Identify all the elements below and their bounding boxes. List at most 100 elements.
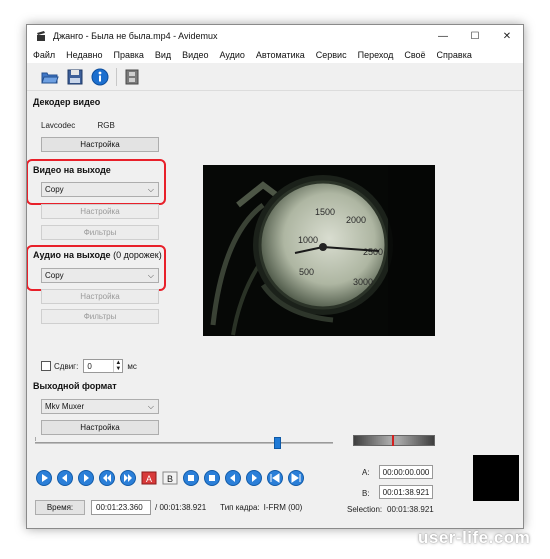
svg-text:3000: 3000 — [353, 277, 373, 287]
audio-level-meter — [353, 435, 435, 446]
menu-bar: Файл Недавно Правка Вид Видео Аудио Авто… — [27, 47, 523, 63]
video-codec-value: Copy — [45, 185, 64, 194]
marker-b-label: B: — [362, 489, 370, 498]
menu-file[interactable]: Файл — [33, 50, 55, 60]
svg-text:2000: 2000 — [346, 215, 366, 225]
marker-b-value: 00:01:38.921 — [379, 485, 433, 499]
decoder-title: Декодер видео — [33, 97, 101, 107]
time-button[interactable]: Время: — [35, 499, 85, 515]
next-keyframe-icon[interactable] — [245, 470, 262, 487]
marker-a-value: 00:00:00.000 — [379, 465, 433, 479]
goto-end-icon[interactable] — [287, 470, 304, 487]
video-codec-select[interactable]: Copy ⌵ — [41, 182, 159, 197]
chevron-down-icon: ⌵ — [147, 185, 154, 194]
shift-checkbox[interactable] — [41, 361, 51, 371]
menu-audio[interactable]: Аудио — [219, 50, 244, 60]
save-disk-icon[interactable] — [64, 66, 86, 88]
window-title: Джанго - Была не была.mp4 - Avidemux — [53, 31, 218, 41]
close-button[interactable]: ✕ — [491, 25, 523, 47]
decoder-format: RGB — [97, 121, 115, 130]
output-config-button[interactable]: Настройка — [41, 420, 159, 435]
fast-forward-icon[interactable] — [77, 470, 94, 487]
navigation-buttons: A B — [35, 469, 308, 487]
menu-edit[interactable]: Правка — [113, 50, 143, 60]
left-panel: Декодер видео Lavcodec RGB Настройка Вид… — [27, 91, 167, 435]
selection-value: 00:01:38.921 — [387, 505, 434, 514]
shift-value: 0 — [87, 361, 92, 371]
app-clapper-icon — [37, 31, 45, 41]
menu-go[interactable]: Переход — [358, 50, 394, 60]
play-icon[interactable] — [35, 470, 52, 487]
goto-start-icon[interactable] — [266, 470, 283, 487]
timeline-ticks — [35, 437, 333, 441]
output-format-value: Mkv Muxer — [45, 402, 85, 411]
audio-level-needle — [392, 435, 394, 446]
thumbnail-preview — [473, 455, 519, 501]
film-strip-icon[interactable] — [121, 66, 143, 88]
output-format-title: Выходной формат — [33, 381, 117, 391]
next-black-icon[interactable] — [203, 470, 220, 487]
open-folder-icon[interactable] — [39, 66, 61, 88]
video-config-button[interactable]: Настройка — [41, 204, 159, 219]
toolbar — [27, 63, 523, 91]
decoder-config-button[interactable]: Настройка — [41, 137, 159, 152]
spin-arrows-icon[interactable]: ▲ ▼ — [113, 360, 122, 372]
current-time-field[interactable]: 00:01:23.360 — [91, 499, 151, 515]
set-marker-b-icon[interactable]: B — [161, 470, 178, 487]
avidemux-window: Джанго - Была не была.mp4 - Avidemux — ☐… — [26, 24, 524, 529]
audio-track-count: (0 дорожек) — [113, 250, 162, 260]
shift-spinbox[interactable]: 0 ▲ ▼ — [83, 359, 124, 373]
menu-recent[interactable]: Недавно — [66, 50, 102, 60]
frame-type-label: Тип кадра: — [220, 502, 260, 512]
menu-help[interactable]: Справка — [437, 50, 472, 60]
rewind-icon[interactable] — [56, 470, 73, 487]
audio-codec-value: Copy — [45, 271, 64, 280]
timeline-slider[interactable] — [35, 437, 333, 449]
chevron-down-icon: ⌵ — [147, 271, 154, 280]
time-row: Время: 00:01:23.360 / 00:01:38.921 Тип к… — [35, 499, 302, 515]
audio-output-title: Аудио на выходе (0 дорожек) — [33, 250, 162, 260]
chevron-down-icon: ⌵ — [147, 402, 154, 411]
decoder-codec-row: Lavcodec RGB — [41, 121, 135, 130]
audio-filters-button[interactable]: Фильтры — [41, 309, 159, 324]
shift-label: Сдвиг: — [54, 361, 79, 371]
maximize-button[interactable]: ☐ — [459, 25, 491, 47]
shift-row: Сдвиг: 0 ▲ ▼ мс — [41, 359, 137, 373]
next-frame-icon[interactable] — [119, 470, 136, 487]
title-bar: Джанго - Была не была.mp4 - Avidemux — ☐… — [27, 25, 523, 47]
info-icon[interactable] — [89, 66, 111, 88]
timeline-handle[interactable] — [274, 437, 281, 449]
svg-text:A: A — [146, 474, 152, 484]
menu-auto[interactable]: Автоматика — [256, 50, 305, 60]
marker-a-label: A: — [362, 468, 370, 477]
audio-codec-select[interactable]: Copy ⌵ — [41, 268, 159, 283]
timeline-track — [35, 442, 333, 444]
minimize-button[interactable]: — — [427, 25, 459, 47]
svg-text:1500: 1500 — [315, 207, 335, 217]
menu-tools[interactable]: Сервис — [316, 50, 347, 60]
prev-black-icon[interactable] — [182, 470, 199, 487]
menu-custom[interactable]: Своё — [404, 50, 425, 60]
toolbar-separator — [116, 67, 117, 86]
svg-text:B: B — [167, 474, 173, 484]
audio-config-button[interactable]: Настройка — [41, 289, 159, 304]
frame-type-value: I-FRM (00) — [263, 502, 303, 512]
video-filters-button[interactable]: Фильтры — [41, 225, 159, 240]
menu-view[interactable]: Вид — [155, 50, 171, 60]
output-format-select[interactable]: Mkv Muxer ⌵ — [41, 399, 159, 414]
prev-frame-icon[interactable] — [98, 470, 115, 487]
watermark: user-life.com — [418, 528, 531, 547]
decoder-codec: Lavcodec — [41, 121, 76, 130]
svg-text:500: 500 — [299, 267, 314, 277]
video-preview: 1500 2000 1000 2500 500 3000 — [203, 165, 435, 336]
menu-video[interactable]: Видео — [182, 50, 208, 60]
set-marker-a-icon[interactable]: A — [140, 470, 157, 487]
selection-label: Selection: — [347, 505, 383, 514]
video-output-title: Видео на выходе — [33, 165, 111, 175]
shift-unit: мс — [127, 361, 137, 371]
total-time: / 00:01:38.921 — [155, 502, 207, 512]
prev-keyframe-icon[interactable] — [224, 470, 241, 487]
svg-text:2500: 2500 — [363, 247, 383, 257]
pressure-gauge-image: 1500 2000 1000 2500 500 3000 — [203, 165, 435, 336]
svg-text:1000: 1000 — [298, 235, 318, 245]
